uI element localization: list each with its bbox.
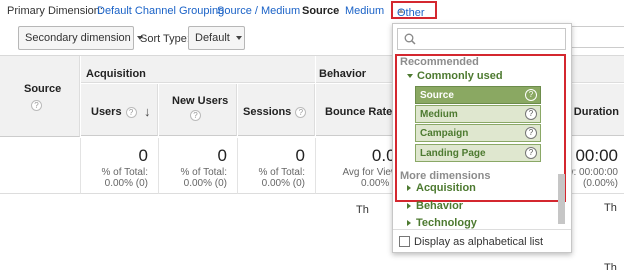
category-label: Behavior	[416, 200, 464, 212]
sort-type-select[interactable]: Default	[188, 26, 245, 50]
totals-duration-line1: w: 00:00:00	[566, 167, 618, 178]
dimension-item-source[interactable]: Source ?	[415, 86, 541, 104]
dimension-search-input[interactable]	[397, 28, 566, 50]
acquisition-group-header: Acquisition	[81, 56, 315, 83]
category-label: Acquisition	[416, 182, 476, 194]
alphabetical-option[interactable]: Display as alphabetical list	[393, 229, 571, 252]
totals-sessions-value: 0	[295, 146, 305, 165]
users-column-header[interactable]: Users? ↓	[81, 84, 158, 136]
totals-users-cell: 0 % of Total: 0.00% (0)	[81, 138, 159, 194]
sort-descending-icon[interactable]: ↓	[144, 104, 151, 119]
more-dimensions-heading: More dimensions	[400, 170, 491, 182]
dimension-source[interactable]: Source	[302, 5, 339, 17]
alphabetical-checkbox[interactable]	[399, 236, 410, 247]
totals-users-line2: 0.00% (0)	[104, 178, 148, 189]
sessions-column-header[interactable]: Sessions?	[238, 84, 315, 136]
primary-dimension-bar: Primary Dimension: Default Channel Group…	[0, 0, 624, 22]
help-icon[interactable]: ?	[31, 100, 42, 111]
totals-duration-value: 00:00	[575, 146, 618, 165]
recommended-heading: Recommended	[400, 56, 479, 68]
help-icon[interactable]: ?	[525, 108, 537, 120]
acquisition-group-label: Acquisition	[86, 68, 146, 80]
dimension-item-label: Campaign	[420, 128, 469, 139]
totals-bounce-rate-cell: 0.00 Avg for View: 0.00% (0	[316, 138, 402, 194]
duration-header-label: n Duration	[564, 106, 619, 118]
dropdown-scrollbar[interactable]	[558, 174, 565, 224]
search-icon	[404, 33, 416, 45]
new-users-column-header[interactable]: New Users ?	[159, 84, 237, 136]
dimension-other-highlight[interactable]: Other	[391, 1, 437, 19]
totals-source-cell	[0, 138, 81, 194]
category-label: Technology	[416, 217, 477, 229]
dimension-item-label: Source	[420, 90, 454, 101]
totals-sessions-cell: 0 % of Total: 0.00% (0)	[238, 138, 316, 194]
help-icon[interactable]: ?	[125, 106, 137, 118]
alphabetical-label: Display as alphabetical list	[414, 236, 544, 248]
dimension-item-landing-page[interactable]: Landing Page ?	[415, 144, 541, 162]
dimension-source-medium[interactable]: Source / Medium	[217, 5, 300, 17]
sessions-header-text: Sessions	[243, 106, 292, 118]
commonly-used-label: Commonly used	[417, 70, 503, 82]
sort-type-value: Default	[195, 32, 230, 44]
source-column-header[interactable]: Source ?	[0, 56, 80, 137]
chevron-down-icon	[235, 36, 242, 41]
new-users-header-label: New Users	[172, 95, 229, 107]
dimension-dropdown: Recommended Commonly used Source ? Mediu…	[392, 23, 572, 253]
help-icon[interactable]: ?	[525, 127, 537, 139]
expand-down-icon	[407, 74, 413, 79]
source-header-label: Source	[24, 83, 62, 95]
category-technology[interactable]: Technology	[407, 217, 477, 229]
dimension-other[interactable]: Other	[395, 5, 425, 19]
table-message-right: Th	[604, 202, 617, 214]
commonly-used-heading[interactable]: Commonly used	[407, 70, 503, 82]
totals-users-line1: % of Total:	[101, 167, 148, 178]
primary-dimension-label: Primary Dimension:	[7, 5, 103, 17]
category-acquisition[interactable]: Acquisition	[407, 182, 476, 194]
totals-new-users-line1: % of Total:	[180, 167, 227, 178]
table-message-bottom: Th	[604, 262, 617, 270]
totals-sessions-line2: 0.00% (0)	[261, 178, 305, 189]
totals-new-users-value: 0	[217, 146, 227, 165]
secondary-dimension-label: Secondary dimension	[25, 32, 131, 44]
dimension-medium[interactable]: Medium	[345, 5, 384, 17]
help-icon[interactable]: ?	[190, 110, 201, 121]
totals-new-users-line2: 0.00% (0)	[183, 178, 227, 189]
totals-sessions-line1: % of Total:	[258, 167, 305, 178]
secondary-dimension-select[interactable]: Secondary dimension	[18, 26, 143, 50]
help-icon[interactable]: ?	[525, 147, 537, 159]
totals-users-value: 0	[138, 146, 148, 165]
bounce-rate-header-label: Bounce Rate	[325, 106, 393, 118]
dimension-item-campaign[interactable]: Campaign ?	[415, 124, 541, 142]
dimension-item-label: Landing Page	[420, 148, 486, 159]
expand-right-icon	[407, 203, 411, 210]
totals-duration-line2: (0.00%)	[582, 178, 618, 189]
dimension-item-label: Medium	[420, 109, 458, 120]
expand-right-icon	[407, 220, 411, 227]
sort-type-label: Sort Type:	[140, 33, 190, 45]
help-icon[interactable]: ?	[525, 89, 537, 101]
totals-new-users-cell: 0 % of Total: 0.00% (0)	[159, 138, 238, 194]
help-icon[interactable]: ?	[295, 106, 307, 118]
table-message: Th	[356, 204, 369, 216]
users-header-text: Users	[91, 106, 122, 118]
sessions-header-label: Sessions?	[243, 106, 307, 118]
dimension-other-label: Other	[397, 7, 425, 19]
behavior-group-label: Behavior	[319, 68, 367, 80]
bounce-rate-column-header[interactable]: Bounce Rate	[316, 84, 394, 136]
dimension-default-channel-grouping[interactable]: Default Channel Grouping	[97, 5, 224, 17]
users-header-label: Users?	[91, 106, 137, 118]
expand-right-icon	[407, 185, 411, 192]
dimension-item-medium[interactable]: Medium ?	[415, 105, 541, 123]
category-behavior[interactable]: Behavior	[407, 200, 463, 212]
